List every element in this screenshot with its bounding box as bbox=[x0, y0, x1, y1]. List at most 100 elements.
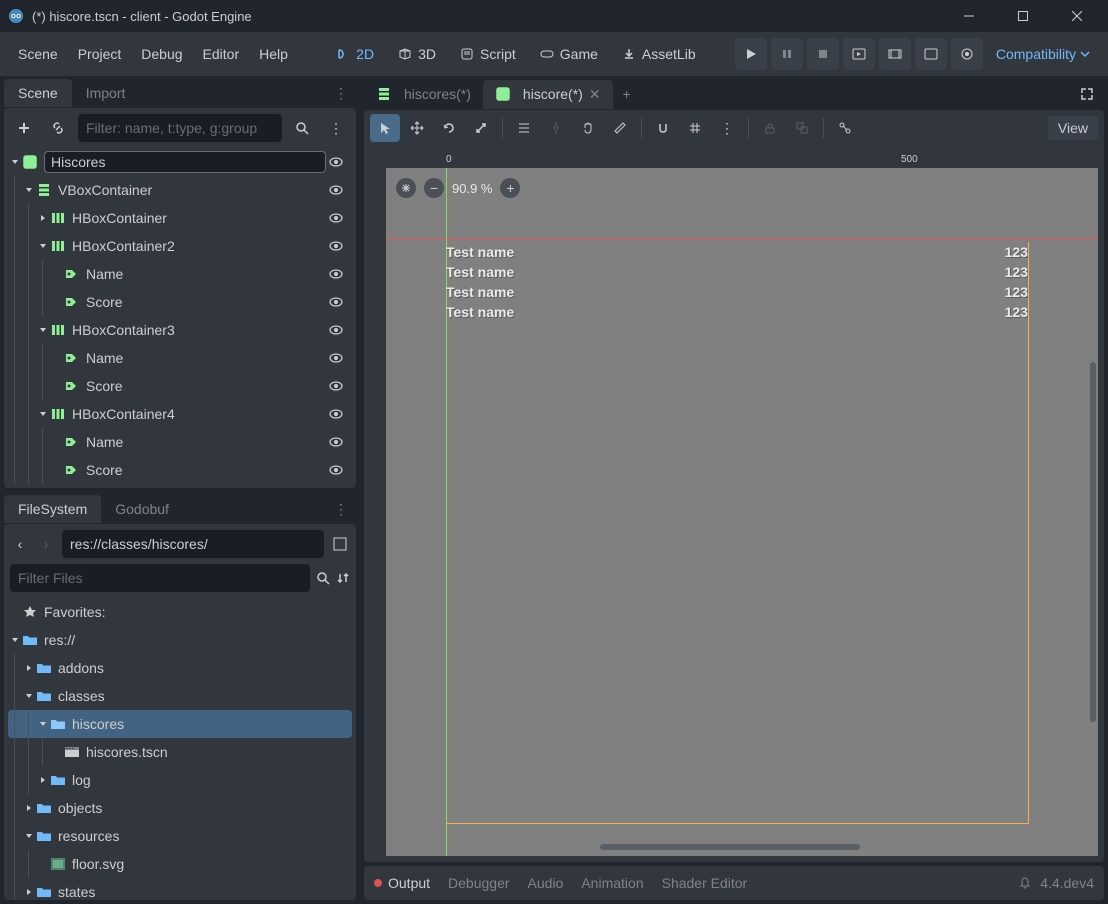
fs-sort-button[interactable] bbox=[336, 571, 350, 585]
visibility-toggle[interactable] bbox=[326, 462, 346, 478]
visibility-toggle[interactable] bbox=[326, 434, 346, 450]
scene-tree-node[interactable]: VBoxContainer bbox=[8, 176, 352, 204]
play-custom-button[interactable] bbox=[915, 38, 947, 70]
visibility-toggle[interactable] bbox=[326, 238, 346, 254]
scene-tree-node[interactable]: Name bbox=[8, 428, 352, 456]
fs-root[interactable]: res:// bbox=[8, 626, 352, 654]
menu-project[interactable]: Project bbox=[68, 38, 132, 70]
fs-back-button[interactable]: ‹ bbox=[10, 530, 30, 558]
fs-item[interactable]: floor.svg bbox=[8, 850, 352, 878]
scale-tool[interactable] bbox=[466, 114, 496, 142]
fs-tree[interactable]: Favorites:res://addonsclasseshiscoreshis… bbox=[4, 598, 356, 900]
scene-filter-input[interactable] bbox=[78, 114, 282, 142]
fs-item[interactable]: objects bbox=[8, 794, 352, 822]
tab-import[interactable]: Import bbox=[72, 79, 140, 107]
expand-arrow[interactable] bbox=[8, 157, 22, 167]
scene-options[interactable]: ⋮ bbox=[322, 114, 350, 142]
visibility-toggle[interactable] bbox=[326, 294, 346, 310]
scene-tree-node[interactable]: HBoxContainer2 bbox=[8, 232, 352, 260]
fs-filter-input[interactable] bbox=[10, 564, 310, 592]
dock-options[interactable]: ⋮ bbox=[326, 81, 356, 106]
zoom-in-button[interactable]: + bbox=[500, 178, 520, 198]
play-button[interactable] bbox=[735, 38, 767, 70]
expand-arrow[interactable] bbox=[36, 241, 50, 251]
tab-godobuf[interactable]: Godobuf bbox=[101, 495, 183, 523]
scene-tree-node[interactable]: Score bbox=[8, 456, 352, 484]
canvas[interactable]: Test name123Test name123Test name123Test… bbox=[386, 168, 1098, 856]
close-button[interactable] bbox=[1054, 0, 1100, 32]
select-tool[interactable] bbox=[370, 114, 400, 142]
fs-item[interactable]: hiscores bbox=[8, 710, 352, 738]
fs-item[interactable]: hiscores.tscn bbox=[8, 738, 352, 766]
score-row[interactable]: Test name123 bbox=[446, 242, 1028, 262]
bottom-tab-output[interactable]: Output bbox=[374, 875, 430, 891]
scene-tree-node[interactable]: Score bbox=[8, 288, 352, 316]
search-button[interactable] bbox=[288, 114, 316, 142]
scene-tree-node[interactable]: Name bbox=[8, 344, 352, 372]
fs-search-button[interactable] bbox=[316, 571, 330, 585]
snap-toggle[interactable] bbox=[648, 114, 678, 142]
renderer-dropdown[interactable]: Compatibility bbox=[986, 40, 1100, 68]
pause-button[interactable] bbox=[771, 38, 803, 70]
score-row[interactable]: Test name123 bbox=[446, 262, 1028, 282]
zoom-value[interactable]: 90.9 % bbox=[452, 181, 492, 196]
link-node-button[interactable] bbox=[44, 114, 72, 142]
fs-path-input[interactable] bbox=[62, 530, 324, 558]
editor-tab[interactable]: hiscores(*) bbox=[364, 80, 483, 108]
zoom-out-button[interactable]: − bbox=[424, 178, 444, 198]
grid-snap-toggle[interactable] bbox=[680, 114, 710, 142]
visibility-toggle[interactable] bbox=[326, 406, 346, 422]
mode-2d[interactable]: 2D bbox=[326, 40, 384, 68]
scene-tree-node[interactable]: Name bbox=[8, 260, 352, 288]
group-selected[interactable] bbox=[787, 114, 817, 142]
maximize-button[interactable] bbox=[1000, 0, 1046, 32]
fs-layout-button[interactable] bbox=[330, 530, 350, 558]
fs-item[interactable]: resources bbox=[8, 822, 352, 850]
mode-3d[interactable]: 3D bbox=[388, 40, 446, 68]
mode-assetlib[interactable]: AssetLib bbox=[612, 40, 706, 68]
scene-tree-node[interactable]: Score bbox=[8, 372, 352, 400]
new-tab-button[interactable]: + bbox=[613, 80, 641, 108]
scene-tree[interactable]: HiscoresVBoxContainerHBoxContainerHBoxCo… bbox=[4, 148, 356, 488]
scene-tree-node[interactable]: HBoxContainer bbox=[8, 204, 352, 232]
expand-arrow[interactable] bbox=[36, 213, 50, 223]
add-node-button[interactable] bbox=[10, 114, 38, 142]
vertical-scrollbar[interactable] bbox=[1090, 362, 1096, 722]
lock-tool[interactable] bbox=[541, 114, 571, 142]
bottom-tab-audio[interactable]: Audio bbox=[528, 875, 564, 891]
fs-dock-options[interactable]: ⋮ bbox=[326, 497, 356, 522]
mode-game[interactable]: Game bbox=[530, 40, 608, 68]
lock-selected[interactable] bbox=[755, 114, 785, 142]
bottom-tab-animation[interactable]: Animation bbox=[581, 875, 643, 891]
fs-item[interactable]: states bbox=[8, 878, 352, 900]
view-options-button[interactable]: View bbox=[1048, 116, 1098, 140]
visibility-toggle[interactable] bbox=[326, 154, 346, 170]
skeleton-options[interactable] bbox=[830, 114, 860, 142]
horizontal-scrollbar[interactable] bbox=[600, 844, 860, 850]
fs-item[interactable]: addons bbox=[8, 654, 352, 682]
expand-arrow[interactable] bbox=[36, 325, 50, 335]
canvas-area[interactable]: 0 500 Test name123Test name123Test name1… bbox=[370, 152, 1098, 856]
expand-arrow[interactable] bbox=[36, 409, 50, 419]
movie-button[interactable] bbox=[879, 38, 911, 70]
visibility-toggle[interactable] bbox=[326, 322, 346, 338]
tab-scene[interactable]: Scene bbox=[4, 79, 72, 107]
scene-tree-node[interactable]: HBoxContainer4 bbox=[8, 400, 352, 428]
ruler-tool[interactable] bbox=[605, 114, 635, 142]
rotate-tool[interactable] bbox=[434, 114, 464, 142]
visibility-toggle[interactable] bbox=[326, 266, 346, 282]
menu-scene[interactable]: Scene bbox=[8, 38, 68, 70]
scene-tree-node[interactable]: Hiscores bbox=[8, 148, 352, 176]
stop-button[interactable] bbox=[807, 38, 839, 70]
scene-tree-node[interactable]: HBoxContainer3 bbox=[8, 316, 352, 344]
fs-favorites[interactable]: Favorites: bbox=[8, 598, 352, 626]
mode-script[interactable]: Script bbox=[450, 40, 526, 68]
scene-content[interactable]: Test name123Test name123Test name123Test… bbox=[446, 242, 1028, 824]
zoom-reset-button[interactable] bbox=[396, 178, 416, 198]
menu-editor[interactable]: Editor bbox=[193, 38, 250, 70]
visibility-toggle[interactable] bbox=[326, 182, 346, 198]
tab-filesystem[interactable]: FileSystem bbox=[4, 495, 101, 523]
fs-forward-button[interactable]: › bbox=[36, 530, 56, 558]
close-tab-button[interactable]: ✕ bbox=[589, 86, 601, 103]
pan-tool[interactable] bbox=[573, 114, 603, 142]
